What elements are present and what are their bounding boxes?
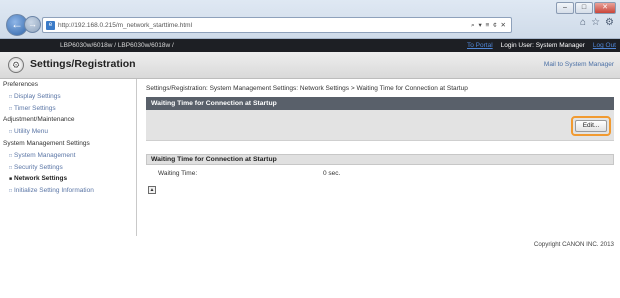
sidebar-item-label: Adjustment/Maintenance — [3, 116, 75, 124]
sidebar-item-system-management[interactable]: □ System Management — [0, 150, 136, 162]
page-title: Settings/Registration — [30, 58, 136, 70]
sidebar-item-security-settings[interactable]: □ Security Settings — [0, 162, 136, 174]
minimize-button[interactable]: – — [556, 2, 574, 14]
sidebar-item-label: Utility Menu — [14, 128, 48, 136]
sidebar-item-label: Security Settings — [14, 163, 63, 171]
sidebar-item-system-management-settings[interactable]: System Management Settings — [0, 138, 136, 150]
breadcrumb: Settings/Registration: System Management… — [146, 85, 468, 92]
address-tools-icons[interactable]: ⌕ ▾ ≡ ¢ ✕ — [471, 21, 507, 30]
to-portal-link[interactable]: To Portal — [467, 39, 493, 52]
sidebar-item-utility-menu[interactable]: □ Utility Menu — [0, 126, 136, 138]
site-icon: e — [46, 20, 55, 30]
sidebar-item-initialize-setting-information[interactable]: □ Initialize Setting Information — [0, 185, 136, 197]
sidebar-item-label: Timer Settings — [14, 104, 56, 112]
edit-button[interactable]: Edit... — [575, 120, 607, 132]
sidebar-item-label: Display Settings — [14, 92, 61, 100]
forward-arrow-icon[interactable]: → — [24, 16, 41, 33]
login-user-text: Login User: System Manager — [500, 42, 585, 49]
sidebar-item-network-settings[interactable]: ■ Network Settings — [0, 173, 136, 185]
sidebar-item-label: Preferences — [3, 81, 39, 88]
sidebar: Preferences □ Display Settings □ Timer Set… — [0, 79, 137, 236]
section-header: Waiting Time for Connection at Startup — [146, 97, 614, 110]
device-header: LBP6030w/6018w / LBP6030w/6018w / To Por… — [0, 39, 620, 52]
sidebar-item-label: System Management Settings — [3, 139, 90, 147]
sidebar-item-label: Network Settings — [14, 175, 68, 183]
sidebar-item-timer-settings[interactable]: □ Timer Settings — [0, 103, 136, 115]
sidebar-item-label: System Management — [14, 151, 76, 159]
close-window-button[interactable]: ✕ — [594, 2, 616, 14]
mail-to-system-manager-link[interactable]: Mail to System Manager — [544, 61, 614, 68]
sidebar-item-display-settings[interactable]: □ Display Settings — [0, 91, 136, 103]
settings-gear-icon: ⚙ — [8, 57, 24, 73]
gear-icon[interactable]: ⚙ — [605, 17, 614, 28]
sidebar-item-adjustment-maintenance[interactable]: Adjustment/Maintenance — [0, 114, 136, 126]
browser-icons: ⌂ ☆ ⚙ — [580, 17, 614, 28]
window-controls: – □ ✕ — [556, 2, 616, 14]
favorites-star-icon[interactable]: ☆ — [591, 17, 600, 28]
edit-toolbar: Edit... — [146, 110, 614, 141]
sidebar-item-preferences[interactable]: Preferences — [0, 79, 136, 91]
waiting-time-label: Waiting Time: — [158, 170, 198, 177]
header-links: To Portal Login User: System Manager Log… — [467, 39, 616, 52]
copyright-text: Copyright CANON INC. 2013 — [533, 241, 614, 248]
subsection-header: Waiting Time for Connection at Startup — [146, 154, 614, 165]
maximize-button[interactable]: □ — [575, 2, 593, 14]
log-out-link[interactable]: Log Out — [593, 39, 616, 52]
url-text: http://192.168.0.215/m_network_starttime… — [58, 21, 193, 29]
home-icon[interactable]: ⌂ — [580, 17, 586, 28]
scroll-to-top-icon[interactable]: ▲ — [148, 186, 156, 194]
page-title-bar: ⚙ Settings/Registration Mail to System M… — [0, 52, 620, 79]
waiting-time-value: 0 sec. — [323, 170, 341, 177]
address-bar[interactable]: e http://192.168.0.215/m_network_startti… — [42, 17, 512, 33]
browser-toolbar: – □ ✕ ← → e http://192.168.0.215/m_netwo… — [0, 0, 620, 39]
device-name: LBP6030w/6018w / LBP6030w/6018w / — [60, 42, 174, 49]
sidebar-item-label: Initialize Setting Information — [14, 187, 94, 195]
